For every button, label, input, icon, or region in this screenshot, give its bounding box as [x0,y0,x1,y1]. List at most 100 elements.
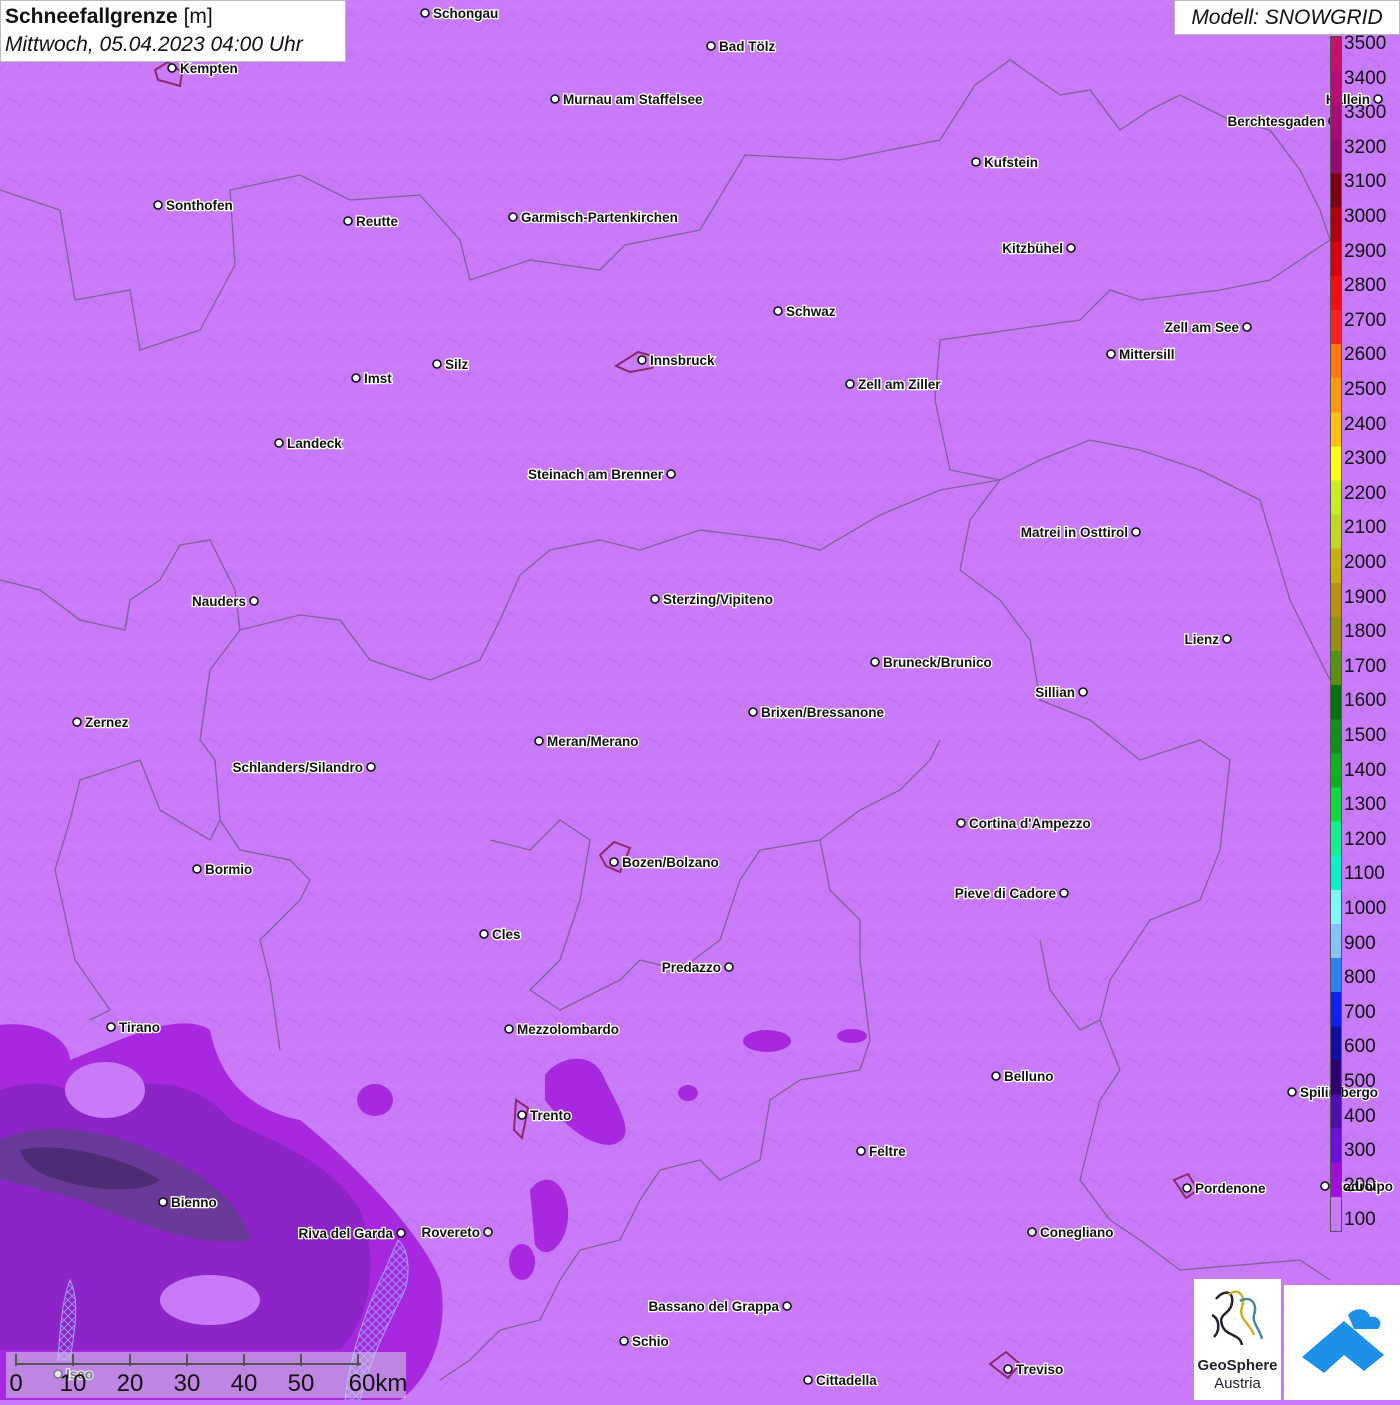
place-label: Cortina d'Ampezzo [969,816,1091,831]
place-label: Meran/Merano [547,734,639,749]
place-marker[interactable]: Mezzolombardo [504,1021,620,1038]
legend-label: 2700 [1344,309,1387,331]
place-dot [343,216,353,226]
place-marker[interactable]: Matrei in Osttirol [1019,524,1141,541]
scale-label: 0 [9,1370,23,1397]
place-dot [1242,322,1252,332]
scale-label: 30 [173,1370,201,1397]
place-marker[interactable]: Bruneck/Brunico [870,654,993,671]
place-marker[interactable]: Zell am See [1163,319,1252,336]
snowfall-gap [160,1275,260,1325]
place-label: Silz [445,357,469,372]
place-label: Schwaz [786,304,836,319]
legend-label: 200 [1344,1174,1376,1196]
place-marker[interactable]: Garmisch-Partenkirchen [508,209,679,226]
place-dot [106,1022,116,1032]
snowfall-limit-map[interactable]: Schongau Bad Tölz Kempten Murnau am Staffel… [0,0,1400,1400]
place-dot [517,1110,527,1120]
geosphere-logo[interactable]: GeoSphere Austria [1194,1279,1281,1400]
place-label: Zell am Ziller [858,377,941,392]
place-dot [991,1071,1001,1081]
place-label: Predazzo [662,960,721,975]
legend-label: 700 [1344,1001,1376,1023]
snowfall-gap [65,1062,145,1118]
place-label: Kempten [180,61,238,76]
place-dot [803,1375,813,1385]
logo-subtitle: Austria [1214,1375,1261,1392]
partner-logo[interactable] [1284,1285,1400,1400]
place-label: Bruneck/Brunico [883,655,992,670]
legend-label: 2600 [1344,344,1387,366]
place-dot [1066,243,1076,253]
place-label: Cles [492,927,521,942]
place-dot [956,818,966,828]
legend-label: 2000 [1344,552,1387,573]
place-marker[interactable]: Murnau am Staffelsee [550,91,704,108]
legend-label: 2100 [1344,517,1387,539]
place-label: Bad Tölz [719,39,775,54]
legend-color-bar [1330,36,1342,1232]
place-marker[interactable]: Meran/Merano [534,733,640,750]
place-marker[interactable]: Bassano del Grappa [647,1298,792,1315]
place-dot [366,762,376,772]
map-title: Schneefallgrenze [m] [5,3,341,31]
legend-label: 1300 [1344,794,1387,816]
scale-tick [186,1354,188,1366]
place-marker[interactable]: Steinach am Brenner [527,466,676,483]
place-label: Pieve di Cadore [955,886,1057,901]
place-dot [724,962,734,972]
place-label: Bassano del Grappa [648,1299,779,1314]
place-marker[interactable]: Schongau [420,5,500,22]
place-dot [432,359,442,369]
legend-label: 2500 [1344,379,1387,400]
place-dot [1320,1181,1330,1191]
place-label: Mezzolombardo [517,1022,619,1037]
place-marker[interactable]: Bozen/Bolzano [609,854,720,871]
place-label: Schongau [433,6,498,21]
snowfall-patch [357,1084,393,1116]
scale-tick [243,1354,245,1366]
place-dot [773,306,783,316]
place-label: Sonthofen [166,198,233,213]
place-marker[interactable]: Riva del Garda [297,1225,406,1242]
snowgrid-logo-icon [1302,1309,1384,1373]
place-label: Cittadella [816,1373,877,1388]
place-marker[interactable]: Pieve di Cadore [953,885,1069,902]
place-marker[interactable]: Cortina d'Ampezzo [956,815,1092,832]
place-label: Rovereto [421,1225,480,1240]
place-dot [845,379,855,389]
place-marker[interactable]: Sonthofen [153,197,234,214]
legend-label: 2900 [1344,240,1387,262]
place-label: Bormio [205,862,252,877]
scale-line [16,1357,361,1365]
place-dot [1027,1227,1037,1237]
scale-label: 50 [287,1370,315,1397]
snowfall-patch [509,1244,535,1280]
geosphere-emblem-icon [1211,1290,1264,1346]
legend-label: 1600 [1344,690,1387,712]
legend-label: 100 [1344,1209,1376,1231]
place-dot [192,864,202,874]
place-marker[interactable]: Sterzing/Vipiteno [650,591,774,608]
place-dot [748,707,758,717]
scale-label: 60km [348,1370,408,1397]
legend-label: 2800 [1344,275,1387,297]
place-marker[interactable]: Brixen/Bressanone [748,704,886,721]
scale-label: 10 [59,1370,87,1397]
scale-tick [300,1354,302,1366]
legend-label: 3300 [1344,102,1387,124]
place-label: Belluno [1004,1069,1054,1084]
place-marker[interactable]: Conegliano [1027,1224,1115,1241]
legend-label: 1200 [1344,828,1387,850]
legend-label: 2300 [1344,448,1387,470]
place-marker[interactable]: Zell am Ziller [845,376,943,393]
place-marker[interactable]: Innsbruck [637,352,716,369]
legend-label: 1100 [1344,863,1385,885]
place-marker[interactable]: Berchtesgaden [1226,113,1338,130]
legend-label: 900 [1344,932,1376,954]
place-label: Garmisch-Partenkirchen [521,210,678,225]
place-marker[interactable]: Pordenone [1182,1180,1267,1197]
place-marker[interactable]: Schlanders/Silandro [231,759,376,776]
legend-label: 1700 [1344,655,1387,677]
snowfall-patch [743,1030,791,1052]
